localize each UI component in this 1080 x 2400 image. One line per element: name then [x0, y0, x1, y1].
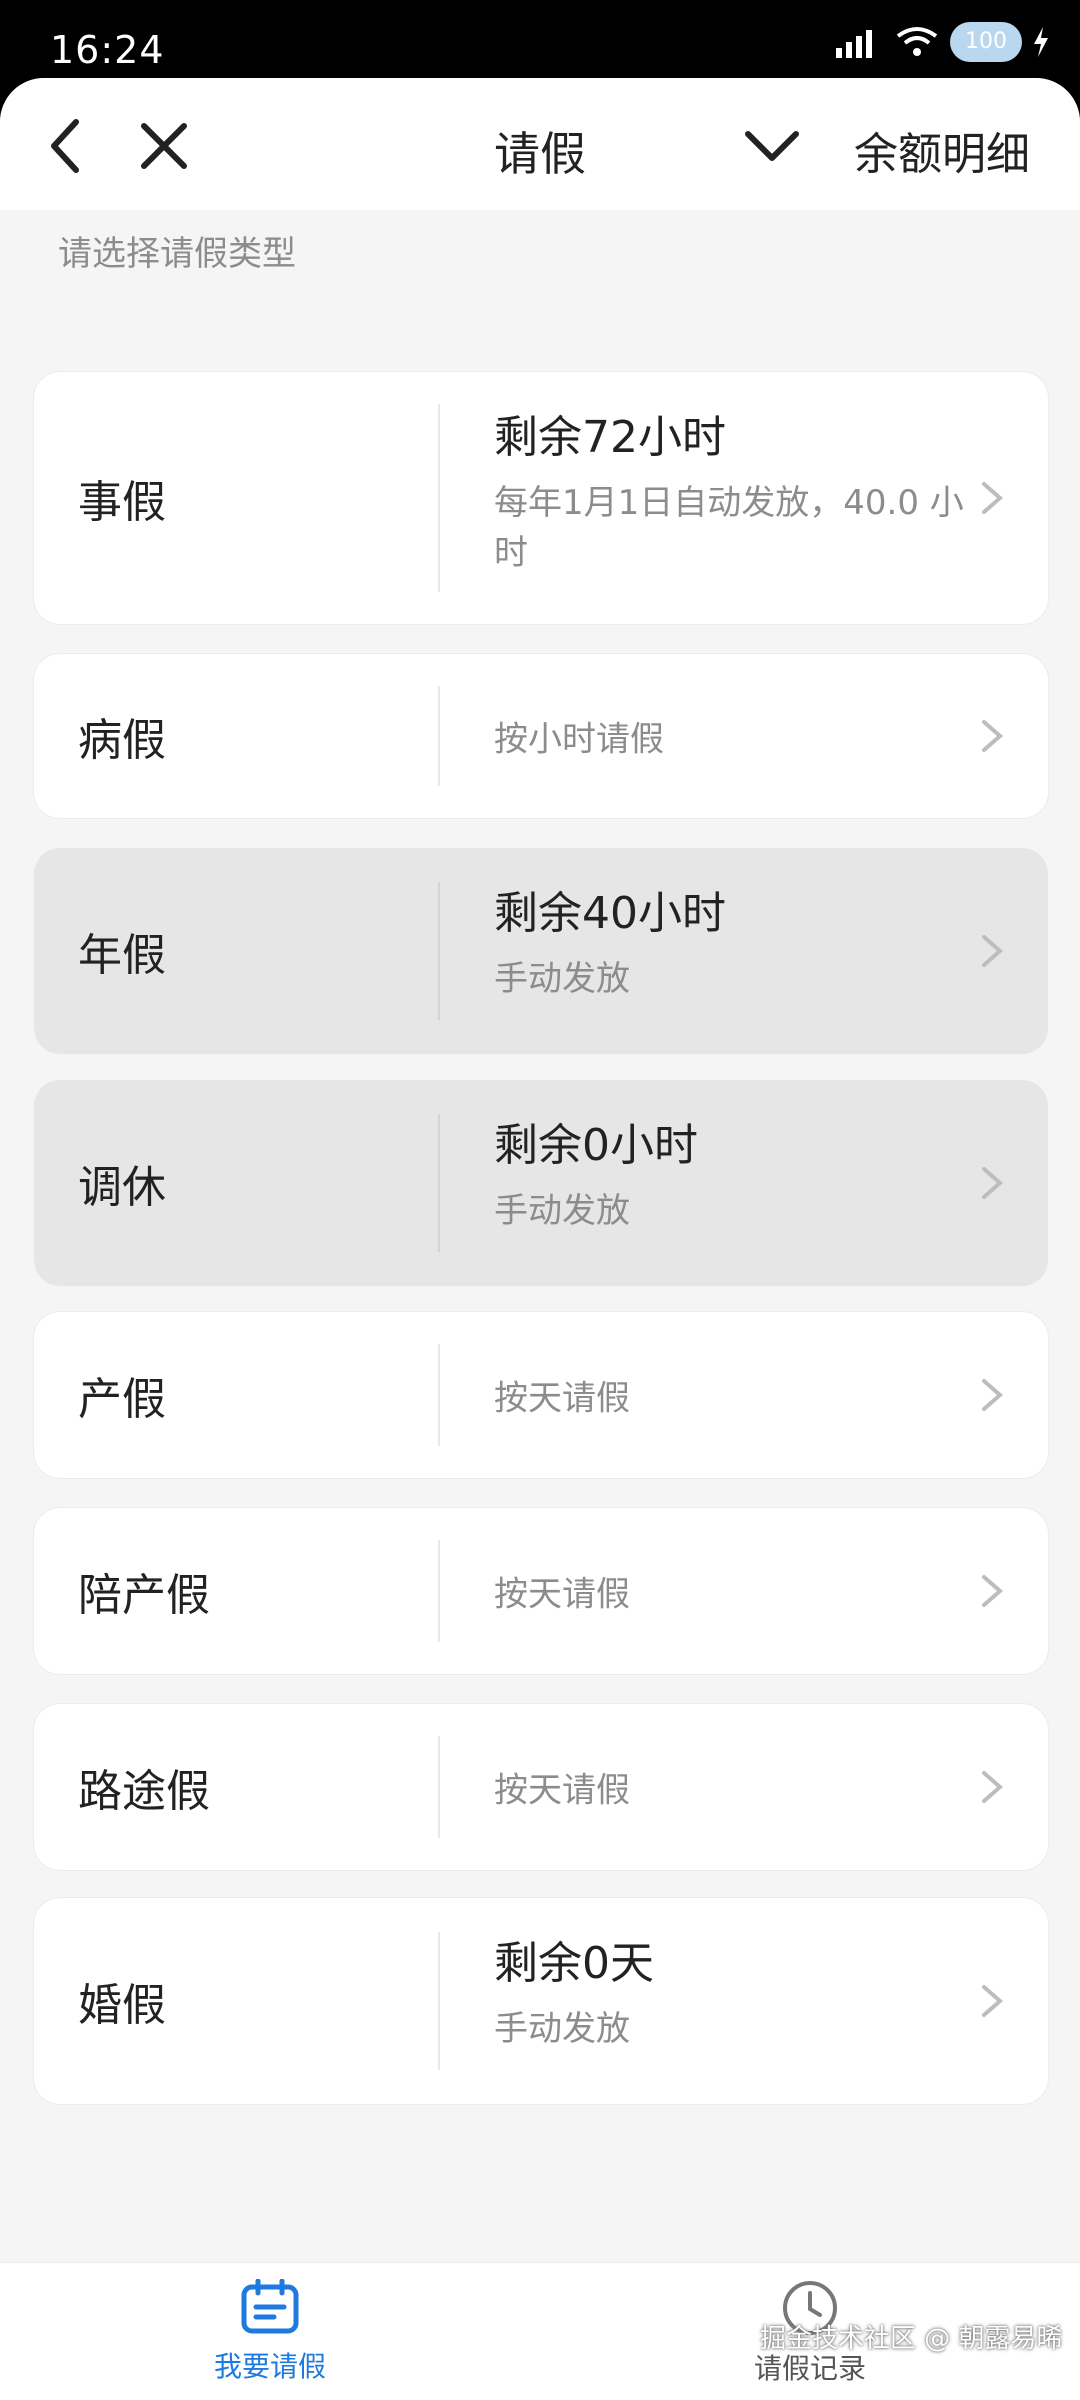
leave-card-travel[interactable]: 路途假 按天请假	[34, 1704, 1048, 1870]
nav-apply-leave[interactable]: 我要请假	[120, 2278, 420, 2385]
leave-name: 事假	[78, 477, 166, 528]
leave-note: 手动发放	[494, 1191, 630, 1231]
wifi-icon	[896, 27, 938, 56]
card-divider	[438, 686, 440, 786]
chevron-right-icon	[982, 1167, 1004, 1199]
leave-name: 年假	[78, 930, 166, 981]
leave-note: 手动发放	[494, 2009, 630, 2049]
leave-balance: 剩余72小时	[494, 412, 726, 463]
leave-card-marriage[interactable]: 婚假 剩余0天 手动发放	[34, 1898, 1048, 2104]
chevron-right-icon	[982, 1985, 1004, 2017]
chevron-right-icon	[982, 482, 1004, 514]
card-divider	[438, 1540, 440, 1642]
status-time: 16:24	[50, 28, 165, 72]
leave-card-maternity[interactable]: 产假 按天请假	[34, 1312, 1048, 1478]
screen: 16:24 100 请假 余额明细 请选择请假类型 事假 剩余72小时 每年1月…	[0, 0, 1080, 2400]
leave-name: 调休	[78, 1162, 166, 1213]
chevron-right-icon	[982, 1771, 1004, 1803]
card-divider	[438, 1932, 440, 2070]
leave-info: 剩余0天 手动发放	[494, 1934, 968, 2054]
charging-icon	[1034, 27, 1048, 57]
chevron-right-icon	[982, 720, 1004, 752]
status-icons: 100	[832, 22, 1050, 62]
leave-info: 剩余0小时 手动发放	[494, 1116, 968, 1236]
collapse-button[interactable]	[742, 116, 802, 176]
leave-card-annual[interactable]: 年假 剩余40小时 手动发放	[34, 848, 1048, 1054]
leave-info: 剩余72小时 每年1月1日自动发放，40.0 小时	[494, 408, 968, 578]
calendar-icon	[241, 2278, 299, 2334]
leave-note: 按天请假	[494, 1574, 630, 1615]
leave-card-paternity[interactable]: 陪产假 按天请假	[34, 1508, 1048, 1674]
battery-level: 100	[965, 29, 1007, 54]
leave-note: 手动发放	[494, 959, 630, 999]
leave-card-personal[interactable]: 事假 剩余72小时 每年1月1日自动发放，40.0 小时	[34, 372, 1048, 624]
leave-info: 剩余40小时 手动发放	[494, 884, 968, 1004]
chevron-right-icon	[982, 935, 1004, 967]
leave-balance: 剩余0小时	[494, 1120, 698, 1171]
leave-name: 病假	[78, 715, 166, 766]
leave-name: 产假	[78, 1374, 166, 1425]
card-divider	[438, 882, 440, 1020]
leave-card-comp-time[interactable]: 调休 剩余0小时 手动发放	[34, 1080, 1048, 1286]
watermark: 掘金技术社区 @ 朝露易晞	[760, 2324, 1063, 2354]
app-container: 请假 余额明细 请选择请假类型 事假 剩余72小时 每年1月1日自动发放，40.…	[0, 78, 1080, 2400]
leave-note: 按天请假	[494, 1378, 630, 1419]
chevron-right-icon	[982, 1379, 1004, 1411]
card-divider	[438, 404, 440, 592]
leave-note: 每年1月1日自动发放，40.0 小时	[494, 483, 964, 573]
leave-note: 按小时请假	[494, 719, 664, 760]
leave-balance: 剩余40小时	[494, 888, 726, 939]
chevron-down-icon	[745, 131, 799, 161]
signal-icon	[836, 30, 872, 58]
leave-balance: 剩余0天	[494, 1938, 654, 1989]
chevron-right-icon	[982, 1575, 1004, 1607]
leave-name: 婚假	[78, 1980, 166, 2031]
leave-name: 陪产假	[78, 1570, 210, 1621]
nav-apply-leave-label: 我要请假	[213, 2350, 326, 2383]
leave-card-sick[interactable]: 病假 按小时请假	[34, 654, 1048, 818]
balance-details-link[interactable]: 余额明细	[854, 118, 1030, 182]
card-divider	[438, 1114, 440, 1252]
leave-name: 路途假	[78, 1766, 210, 1817]
section-label: 请选择请假类型	[58, 234, 296, 274]
card-divider	[438, 1344, 440, 1446]
card-divider	[438, 1736, 440, 1838]
battery-indicator: 100	[950, 22, 1022, 62]
header: 请假 余额明细	[0, 78, 1080, 210]
leave-note: 按天请假	[494, 1770, 630, 1811]
status-bar: 16:24 100	[0, 0, 1080, 80]
